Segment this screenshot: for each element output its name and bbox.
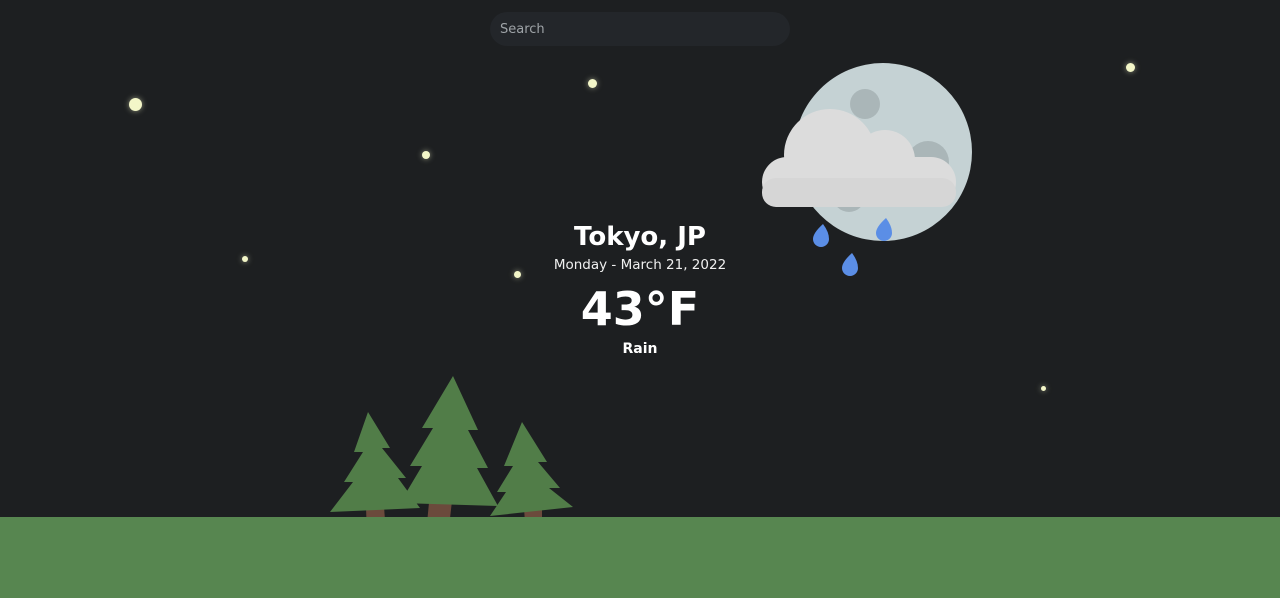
- star: [242, 256, 248, 262]
- temperature: 43°F: [580, 282, 700, 336]
- star: [1126, 63, 1135, 72]
- pine-tree-icon: [400, 376, 498, 536]
- current-date: Monday - March 21, 2022: [553, 257, 727, 273]
- star: [129, 98, 142, 111]
- star: [1041, 386, 1046, 391]
- weather-condition: Rain: [622, 341, 658, 357]
- ground: [0, 517, 1280, 598]
- city-name: Tokyo, JP: [574, 222, 706, 252]
- search-input[interactable]: [490, 12, 790, 46]
- star: [422, 151, 430, 159]
- star: [588, 79, 597, 88]
- weather-scene: Tokyo, JP Monday - March 21, 2022 43°F R…: [0, 0, 1280, 598]
